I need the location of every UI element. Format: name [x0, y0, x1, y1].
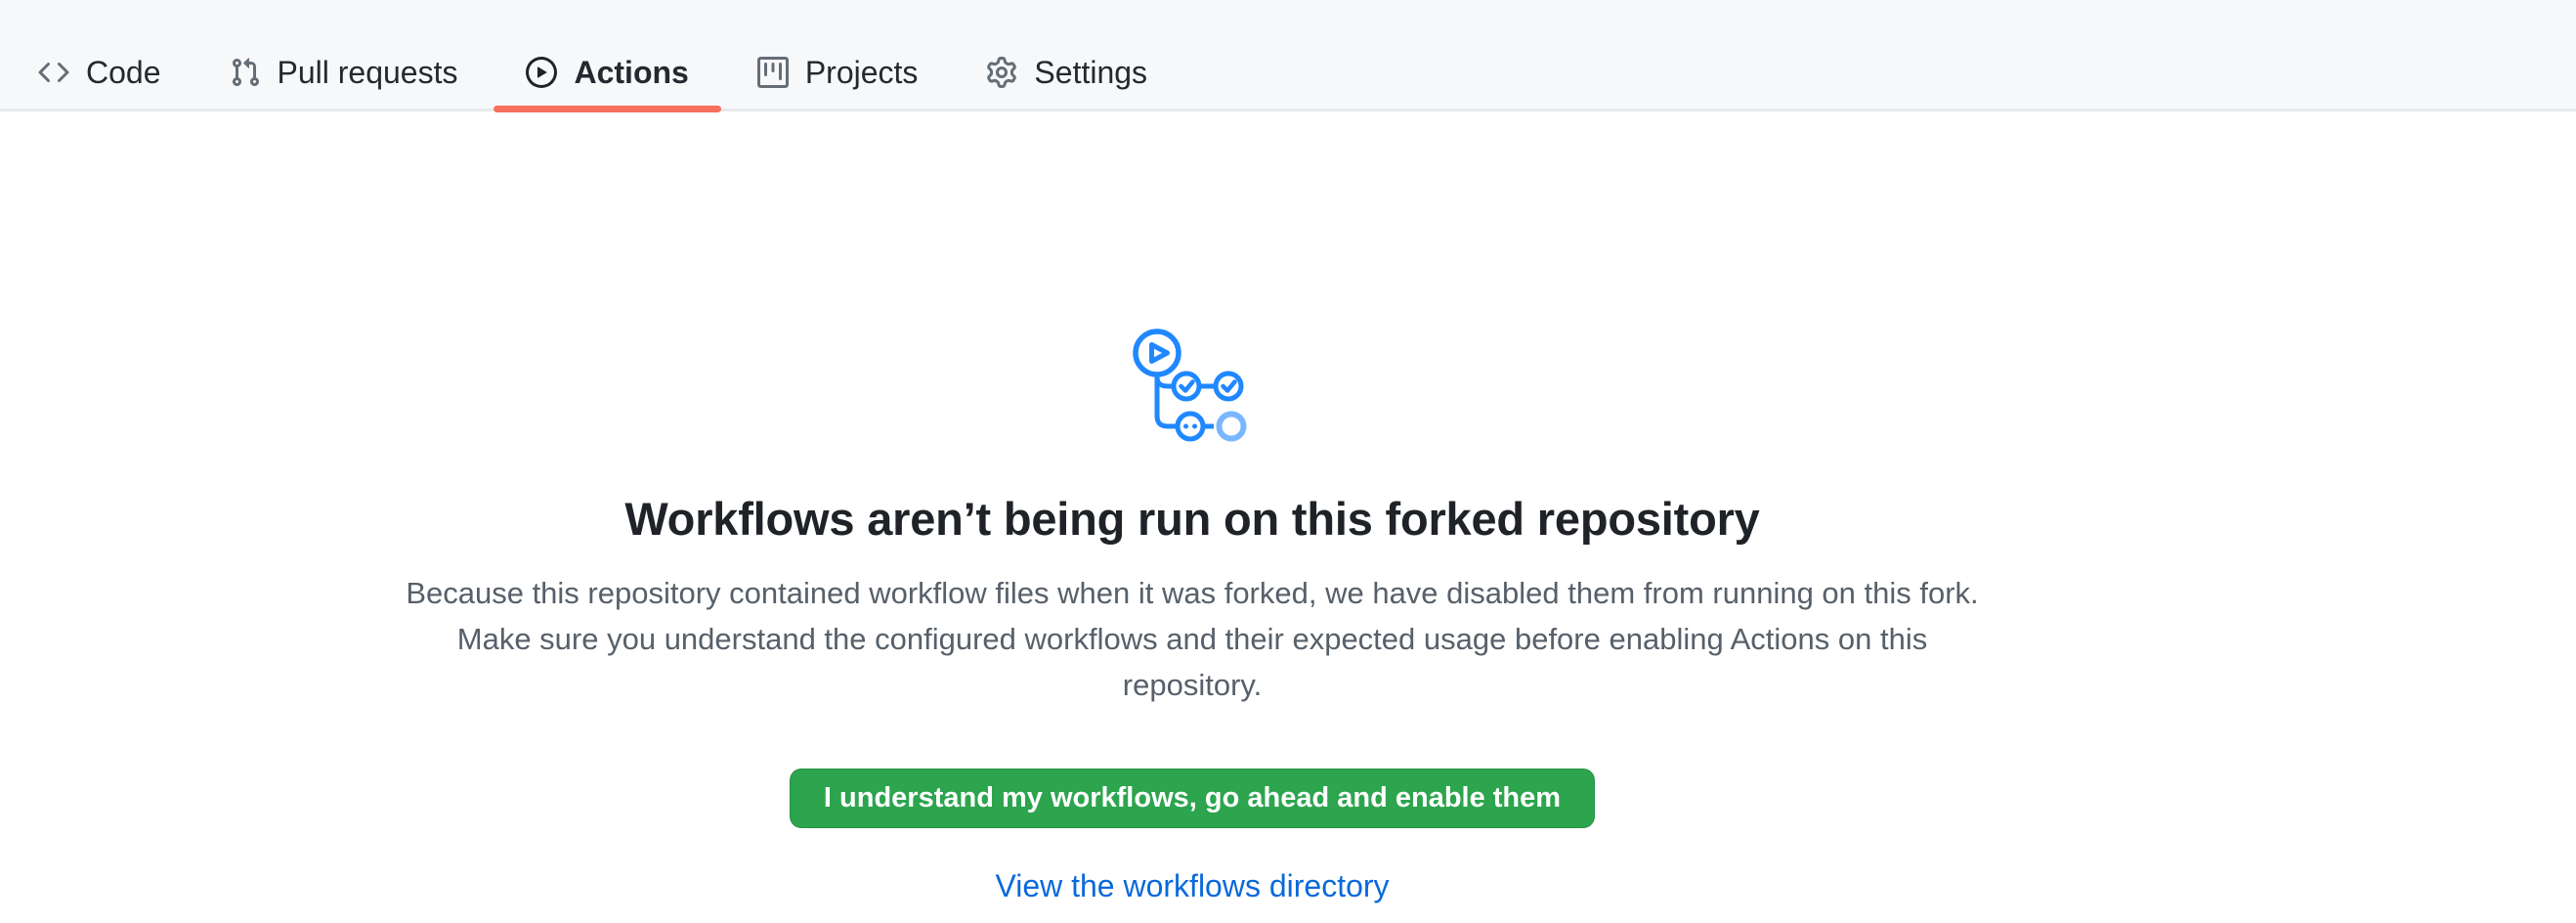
tab-pull-requests-label: Pull requests [278, 55, 458, 91]
tab-pull-requests[interactable]: Pull requests [197, 48, 491, 97]
tab-code[interactable]: Code [6, 48, 193, 97]
tab-projects-label: Projects [805, 55, 919, 91]
blankslate-title: Workflows aren’t being run on this forke… [624, 492, 1759, 546]
view-workflows-directory-link[interactable]: View the workflows directory [995, 868, 1389, 904]
repo-tab-nav: Code Pull requests Actions Projects Sett… [0, 0, 2576, 111]
tab-code-label: Code [86, 55, 161, 91]
blankslate-description: Because this repository contained workfl… [386, 570, 1998, 708]
enable-workflows-button[interactable]: I understand my workflows, go ahead and … [790, 769, 1595, 828]
gear-icon [986, 57, 1017, 88]
actions-disabled-blankslate: Workflows aren’t being run on this forke… [0, 111, 2384, 904]
workflow-graph-icon [1132, 329, 1253, 446]
tab-settings[interactable]: Settings [954, 48, 1180, 97]
tab-actions[interactable]: Actions [494, 48, 720, 97]
play-icon [526, 57, 557, 88]
git-pull-request-icon [230, 57, 261, 88]
project-icon [757, 57, 789, 88]
code-icon [38, 57, 69, 88]
tab-settings-label: Settings [1034, 55, 1147, 91]
tab-projects[interactable]: Projects [725, 48, 951, 97]
tab-actions-label: Actions [574, 55, 688, 91]
